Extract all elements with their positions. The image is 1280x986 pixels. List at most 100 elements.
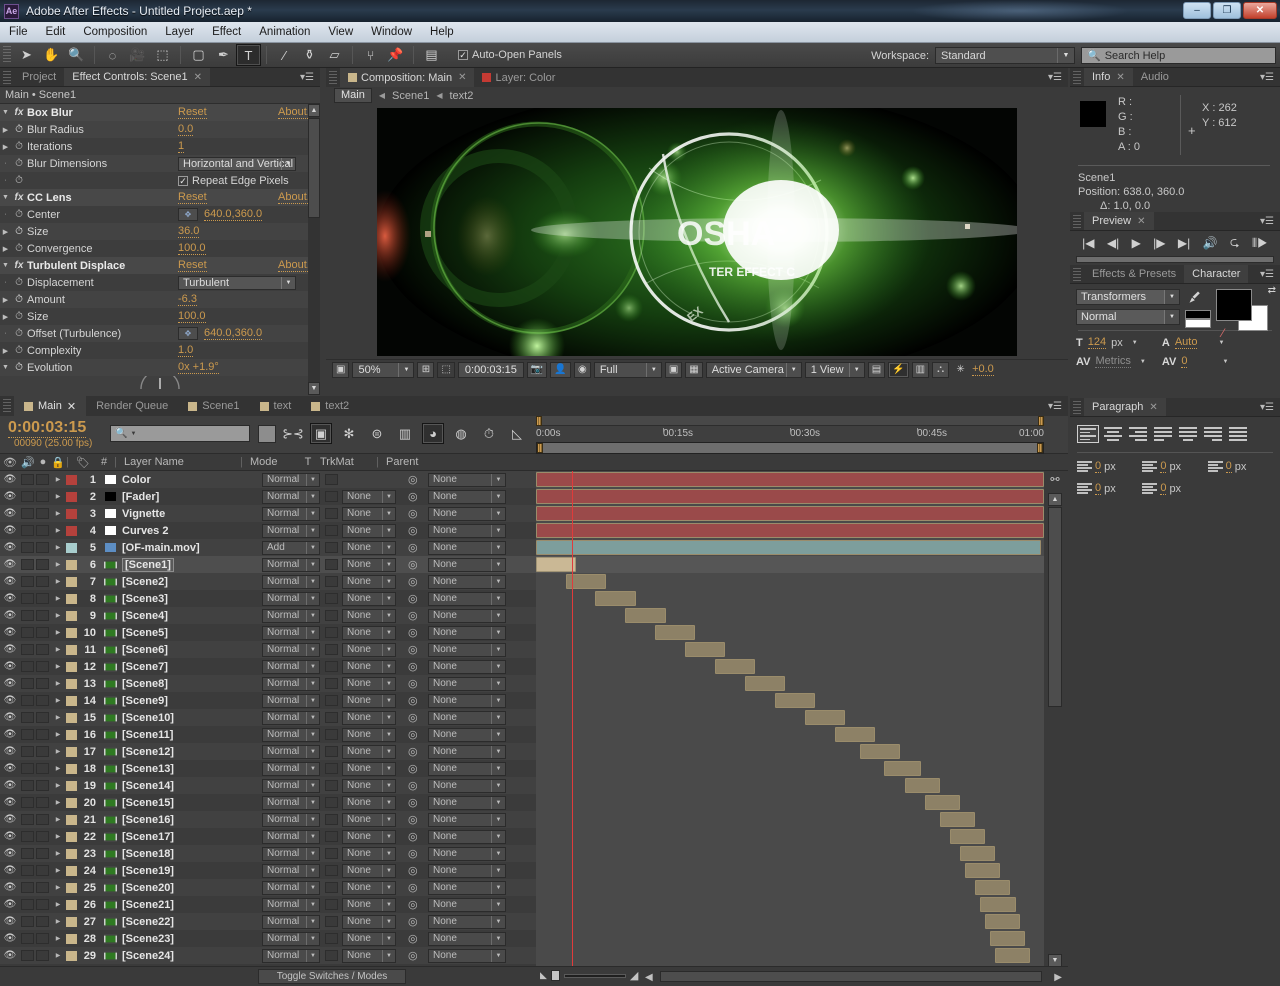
loop-button[interactable]: ⮎ bbox=[1230, 233, 1240, 254]
parent-select[interactable]: None ▼ bbox=[428, 591, 506, 606]
preserve-transparency-toggle[interactable] bbox=[325, 644, 338, 655]
close-icon[interactable]: ✕ bbox=[1116, 72, 1124, 83]
layer-label-color[interactable] bbox=[66, 712, 77, 723]
work-area-bar-start[interactable] bbox=[537, 443, 543, 453]
layer-visibility-toggle[interactable]: 👁 bbox=[0, 712, 20, 723]
layer-visibility-toggle[interactable]: 👁 bbox=[0, 916, 20, 927]
restore-button[interactable]: ❐ bbox=[1213, 2, 1241, 19]
layer-label-color[interactable] bbox=[66, 882, 77, 893]
parent-pickwhip-icon[interactable]: ◎ bbox=[408, 558, 418, 571]
layer-label-color[interactable] bbox=[66, 797, 77, 808]
pen-tool[interactable]: ✒ bbox=[211, 44, 236, 66]
rotation-tool[interactable]: ◌ bbox=[100, 44, 125, 66]
layer-disclosure-icon[interactable]: ▶ bbox=[50, 867, 66, 874]
layer-audio-toggle[interactable] bbox=[21, 763, 34, 774]
blend-mode-select[interactable]: Normal ▼ bbox=[262, 795, 320, 810]
layer-solo-toggle[interactable] bbox=[36, 661, 49, 672]
work-area-end-handle[interactable] bbox=[1038, 416, 1044, 426]
blend-mode-select[interactable]: Normal ▼ bbox=[262, 829, 320, 844]
zoom-slider-knob[interactable] bbox=[550, 970, 560, 981]
layer-visibility-toggle[interactable]: 👁 bbox=[0, 491, 20, 502]
layer-label-color[interactable] bbox=[66, 848, 77, 859]
audio-button[interactable]: 🔊 bbox=[1203, 236, 1218, 250]
parent-pickwhip-icon[interactable]: ◎ bbox=[408, 881, 418, 894]
layer-solo-toggle[interactable] bbox=[36, 559, 49, 570]
timeline-tab-render-queue[interactable]: Render Queue bbox=[86, 396, 179, 416]
layer-audio-toggle[interactable] bbox=[21, 865, 34, 876]
property-checkbox-row[interactable]: ✓ Repeat Edge Pixels bbox=[178, 175, 289, 187]
layer-name[interactable]: [Scene16] bbox=[122, 814, 174, 826]
track-matte-select[interactable]: None ▼ bbox=[342, 557, 396, 572]
tab-project[interactable]: Project bbox=[14, 68, 65, 86]
parent-select[interactable]: None ▼ bbox=[428, 812, 506, 827]
column-header-number[interactable]: # bbox=[94, 456, 114, 468]
blend-mode-select[interactable]: Normal ▼ bbox=[262, 608, 320, 623]
parent-select[interactable]: None ▼ bbox=[428, 948, 506, 963]
align-left-button[interactable] bbox=[1077, 425, 1099, 443]
layer-disclosure-icon[interactable]: ▶ bbox=[50, 612, 66, 619]
effect-name[interactable]: Box Blur bbox=[27, 107, 73, 119]
layer-audio-toggle[interactable] bbox=[21, 712, 34, 723]
playhead-indicator[interactable] bbox=[572, 471, 574, 969]
preview-progress-bar[interactable] bbox=[1076, 256, 1274, 263]
layer-disclosure-icon[interactable]: ▶ bbox=[50, 765, 66, 772]
track-matte-select[interactable]: None ▼ bbox=[342, 591, 396, 606]
timeline-tab-main[interactable]: Main ✕ bbox=[14, 396, 87, 416]
layer-disclosure-icon[interactable]: ▶ bbox=[50, 935, 66, 942]
parent-select[interactable]: None ▼ bbox=[428, 693, 506, 708]
layer-duration-bar[interactable] bbox=[924, 795, 961, 810]
panel-grip[interactable] bbox=[1073, 215, 1081, 228]
layer-label-color[interactable] bbox=[66, 899, 77, 910]
layer-audio-toggle[interactable] bbox=[21, 916, 34, 927]
layer-name[interactable]: [Scene17] bbox=[122, 831, 174, 843]
preserve-transparency-toggle[interactable] bbox=[325, 950, 338, 961]
layer-disclosure-icon[interactable]: ▶ bbox=[50, 816, 66, 823]
layer-name[interactable]: [Scene14] bbox=[122, 780, 174, 792]
layer-disclosure-icon[interactable]: ▶ bbox=[50, 510, 66, 517]
blend-mode-select[interactable]: Normal ▼ bbox=[262, 489, 320, 504]
layer-disclosure-icon[interactable]: ▶ bbox=[50, 680, 66, 687]
layer-audio-toggle[interactable] bbox=[21, 593, 34, 604]
layer-duration-bar[interactable] bbox=[834, 727, 875, 742]
indent-first-line-value[interactable]: 0 bbox=[1225, 460, 1232, 473]
disclosure-triangle-icon[interactable]: ▼ bbox=[0, 109, 11, 116]
layer-name[interactable]: [Scene20] bbox=[122, 882, 174, 894]
track-matte-select[interactable]: None ▼ bbox=[342, 846, 396, 861]
tab-effect-controls-scene1[interactable]: Effect Controls: Scene1 ✕ bbox=[64, 68, 211, 86]
clone-stamp-tool[interactable]: ⚱ bbox=[297, 44, 322, 66]
preserve-transparency-toggle[interactable] bbox=[325, 576, 338, 587]
layer-solo-toggle[interactable] bbox=[36, 763, 49, 774]
property-dropdown[interactable]: Turbulent ▼ bbox=[178, 276, 296, 290]
parent-pickwhip-icon[interactable]: ◎ bbox=[408, 796, 418, 809]
property-value[interactable]: 100.0 bbox=[178, 242, 206, 255]
layer-label-color[interactable] bbox=[66, 644, 77, 655]
preserve-transparency-toggle[interactable] bbox=[325, 542, 338, 553]
layer-name[interactable]: [Scene22] bbox=[122, 916, 174, 928]
evolution-dial[interactable] bbox=[0, 376, 320, 390]
layer-visibility-toggle[interactable]: 👁 bbox=[0, 525, 20, 536]
menu-item-animation[interactable]: Animation bbox=[250, 24, 319, 40]
parent-select[interactable]: None ▼ bbox=[428, 931, 506, 946]
brush-tool[interactable]: ⁄ bbox=[272, 44, 297, 66]
breadcrumb-item-main[interactable]: Main bbox=[334, 88, 372, 103]
blend-mode-select[interactable]: Normal ▼ bbox=[262, 642, 320, 657]
layer-visibility-toggle[interactable]: 👁 bbox=[0, 729, 20, 740]
effect-controls-scrollbar[interactable]: ▲ ▼ bbox=[308, 104, 320, 395]
blend-mode-select[interactable]: Normal ▼ bbox=[262, 880, 320, 895]
blend-mode-select[interactable]: Normal ▼ bbox=[262, 778, 320, 793]
layer-name[interactable]: [Scene3] bbox=[122, 593, 168, 605]
layer-name[interactable]: Vignette bbox=[122, 508, 165, 520]
hscroll-left-icon[interactable]: ◀ bbox=[645, 972, 653, 983]
parent-pickwhip-icon[interactable]: ◎ bbox=[408, 643, 418, 656]
parent-select[interactable]: None ▼ bbox=[428, 659, 506, 674]
layer-disclosure-icon[interactable]: ▶ bbox=[50, 646, 66, 653]
track-matte-select[interactable]: None ▼ bbox=[342, 676, 396, 691]
preserve-transparency-toggle[interactable] bbox=[325, 763, 338, 774]
parent-select[interactable]: None ▼ bbox=[428, 897, 506, 912]
blend-mode-select[interactable]: Normal ▼ bbox=[262, 931, 320, 946]
stopwatch-icon[interactable]: ⏱ bbox=[11, 311, 27, 322]
layer-name[interactable]: [Scene24] bbox=[122, 950, 174, 962]
search-help-input[interactable]: 🔍 Search Help bbox=[1081, 47, 1276, 64]
frame-blending-icon[interactable]: ▥ bbox=[394, 423, 416, 444]
layer-label-color[interactable] bbox=[66, 542, 77, 553]
